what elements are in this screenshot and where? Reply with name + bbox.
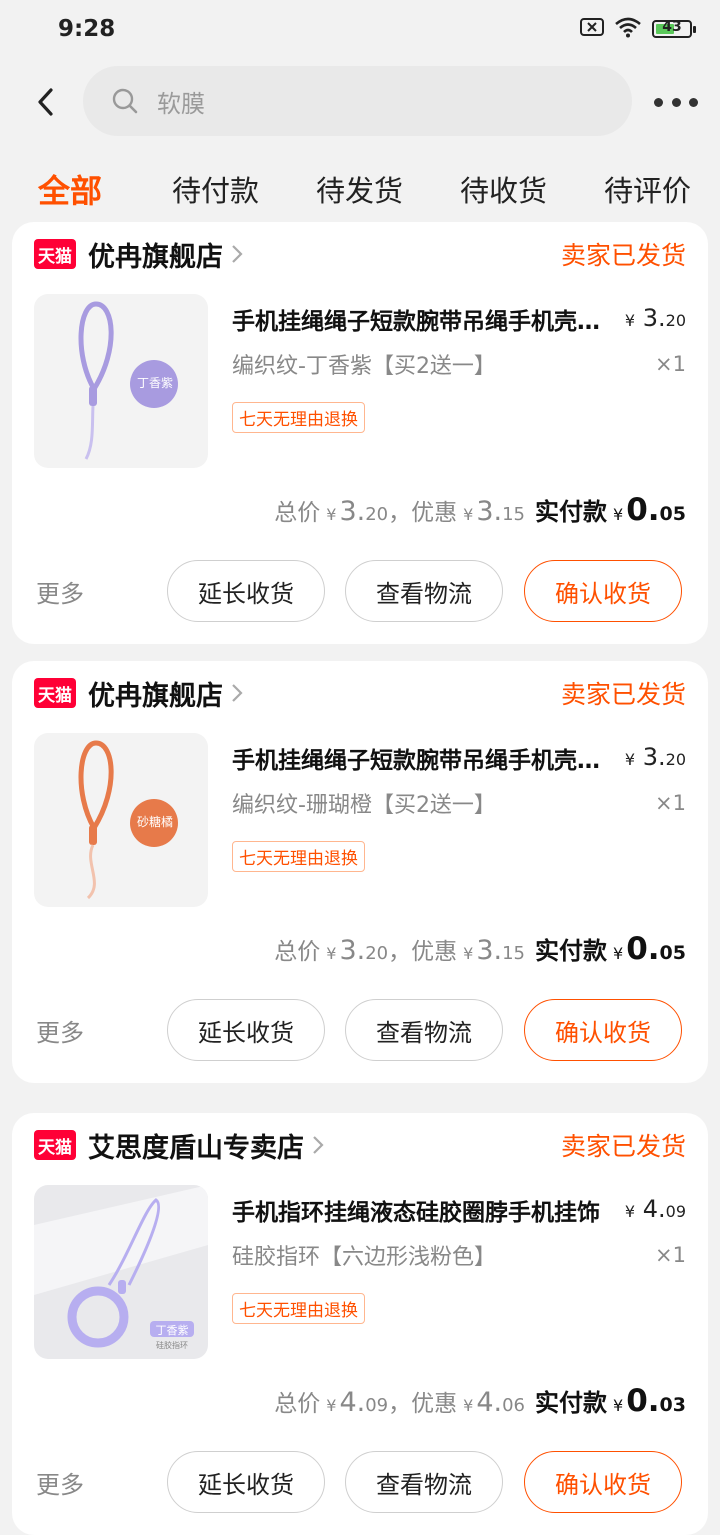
- order-card[interactable]: 天猫 优冉旗舰店 卖家已发货 丁香紫 手机挂绳绳子短款腕带吊绳手机壳挂饰防丢 ¥…: [12, 222, 708, 644]
- confirm-receipt-button[interactable]: 确认收货: [524, 560, 682, 622]
- wifi-icon: [614, 16, 642, 42]
- battery-level: 43: [662, 19, 682, 35]
- shop-name[interactable]: 优冉旗舰店: [88, 674, 223, 713]
- order-status: 卖家已发货: [560, 241, 686, 270]
- status-icons: 43: [580, 16, 696, 42]
- price-summary: 总价 ¥3. 20 ，优惠 ¥3. 15 实付款 ¥0.05: [274, 492, 686, 528]
- confirm-receipt-button[interactable]: 确认收货: [524, 1451, 682, 1513]
- thumb-label: 丁香紫: [136, 376, 173, 390]
- dot-icon: [654, 97, 663, 107]
- price-summary: 总价 ¥4. 09 ，优惠 ¥4. 06 实付款 ¥0.03: [274, 1383, 686, 1419]
- more-link[interactable]: 更多: [36, 1013, 84, 1048]
- back-button[interactable]: [28, 82, 64, 122]
- chevron-right-icon: [231, 682, 245, 704]
- product-spec: 编织纹-珊瑚橙【买2送一】: [232, 793, 496, 818]
- thumb-label: 丁香紫: [155, 1324, 189, 1337]
- tab-pending-payment[interactable]: 待付款: [172, 168, 259, 210]
- order-tabs: 全部 待付款 待发货 待收货 待评价: [0, 150, 720, 222]
- top-bar: 软膜: [0, 64, 720, 142]
- order-status: 卖家已发货: [560, 680, 686, 709]
- chevron-right-icon: [231, 243, 245, 265]
- unit-price: ¥ 3.20: [624, 743, 686, 771]
- product-image[interactable]: 丁香紫 硅胶指环: [34, 1185, 208, 1359]
- quantity: ×1: [655, 1243, 686, 1267]
- product-spec: 编织纹-丁香紫【买2送一】: [232, 354, 496, 379]
- price-summary: 总价 ¥3. 20 ，优惠 ¥3. 15 实付款 ¥0.05: [274, 931, 686, 967]
- status-bar: 9:28 43: [0, 0, 720, 64]
- tab-pending-receipt[interactable]: 待收货: [460, 168, 547, 210]
- more-link[interactable]: 更多: [36, 574, 84, 609]
- order-card[interactable]: 天猫 艾思度盾山专卖店 卖家已发货 丁香紫 硅胶指环 手机指环挂绳液态硅胶圈脖手…: [12, 1113, 708, 1535]
- lanyard-image: [78, 740, 178, 900]
- thumb-sublabel: 硅胶指环: [156, 1341, 188, 1350]
- search-icon: [111, 87, 139, 115]
- shop-name[interactable]: 艾思度盾山专卖店: [88, 1126, 304, 1165]
- tab-pending-review[interactable]: 待评价: [604, 168, 691, 210]
- tab-all[interactable]: 全部: [38, 166, 102, 212]
- view-logistics-button[interactable]: 查看物流: [345, 1451, 503, 1513]
- sim-off-icon: [580, 17, 604, 41]
- dot-icon: [689, 97, 698, 107]
- back-arrow-icon: [38, 88, 53, 116]
- tab-pending-shipment[interactable]: 待发货: [316, 168, 403, 210]
- shop-row[interactable]: 天猫 优冉旗舰店 卖家已发货: [34, 673, 686, 713]
- thumb-label: 砂糖橘: [136, 815, 173, 829]
- search-box[interactable]: 软膜: [83, 66, 632, 136]
- confirm-receipt-button[interactable]: 确认收货: [524, 999, 682, 1061]
- return-policy-tag: 七天无理由退换: [232, 841, 365, 872]
- more-options-button[interactable]: [654, 90, 698, 114]
- unit-price: ¥ 3.20: [624, 304, 686, 332]
- quantity: ×1: [655, 352, 686, 376]
- view-logistics-button[interactable]: 查看物流: [345, 560, 503, 622]
- tmall-badge: 天猫: [34, 1130, 76, 1160]
- product-spec: 硅胶指环【六边形浅粉色】: [232, 1245, 497, 1270]
- battery-icon: 43: [652, 19, 696, 38]
- search-placeholder: 软膜: [157, 89, 205, 118]
- dot-icon: [671, 97, 681, 107]
- quantity: ×1: [655, 791, 686, 815]
- extend-receipt-button[interactable]: 延长收货: [167, 560, 325, 622]
- more-link[interactable]: 更多: [36, 1465, 84, 1500]
- return-policy-tag: 七天无理由退换: [232, 1293, 365, 1324]
- extend-receipt-button[interactable]: 延长收货: [167, 999, 325, 1061]
- shop-row[interactable]: 天猫 优冉旗舰店 卖家已发货: [34, 234, 686, 274]
- extend-receipt-button[interactable]: 延长收货: [167, 1451, 325, 1513]
- order-card[interactable]: 天猫 优冉旗舰店 卖家已发货 砂糖橘 手机挂绳绳子短款腕带吊绳手机壳挂饰防丢 ¥…: [12, 661, 708, 1083]
- unit-price: ¥ 4.09: [624, 1195, 686, 1223]
- shop-row[interactable]: 天猫 艾思度盾山专卖店 卖家已发货: [34, 1125, 686, 1165]
- tmall-badge: 天猫: [34, 678, 76, 708]
- shop-name[interactable]: 优冉旗舰店: [88, 235, 223, 274]
- tmall-badge: 天猫: [34, 239, 76, 269]
- order-status: 卖家已发货: [560, 1132, 686, 1161]
- product-title[interactable]: 手机挂绳绳子短款腕带吊绳手机壳挂饰防丢: [232, 741, 612, 775]
- product-title[interactable]: 手机挂绳绳子短款腕带吊绳手机壳挂饰防丢: [232, 302, 612, 336]
- view-logistics-button[interactable]: 查看物流: [345, 999, 503, 1061]
- chevron-right-icon: [312, 1134, 326, 1156]
- lanyard-image: [78, 301, 178, 460]
- product-image[interactable]: 丁香紫: [34, 294, 208, 468]
- status-time: 9:28: [58, 16, 116, 42]
- product-image[interactable]: 砂糖橘: [34, 733, 208, 907]
- return-policy-tag: 七天无理由退换: [232, 402, 365, 433]
- product-title[interactable]: 手机指环挂绳液态硅胶圈脖手机挂饰: [232, 1193, 612, 1227]
